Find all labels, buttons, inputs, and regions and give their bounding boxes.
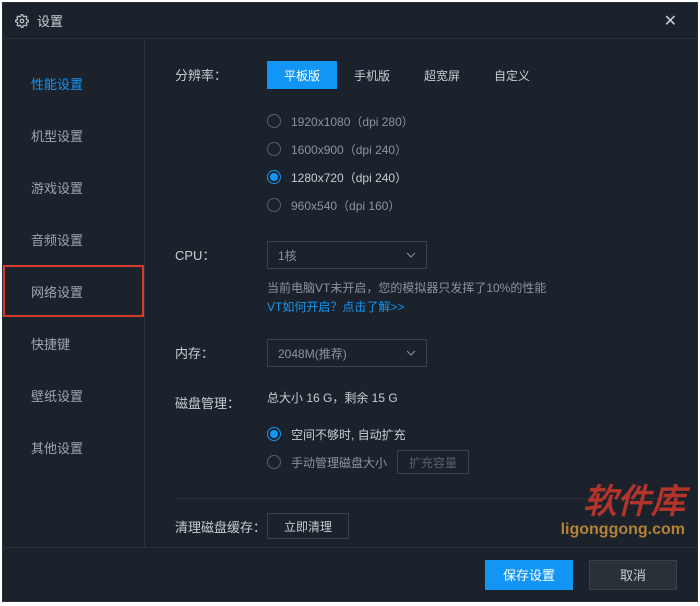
sidebar-item[interactable]: 快捷键 [3,317,144,369]
resolution-option[interactable]: 1920x1080（dpi 280） [267,107,669,135]
radio-label: 手动管理磁盘大小 [291,454,387,471]
resolution-option[interactable]: 960x540（dpi 160） [267,191,669,219]
sidebar-item[interactable]: 其他设置 [3,421,144,473]
chevron-down-icon [406,348,416,358]
sidebar-item[interactable]: 网络设置 [3,265,144,317]
cleanup-label: 清理磁盘缓存： [175,517,267,536]
radio-label: 1600x900（dpi 240） [291,141,407,158]
sidebar-item[interactable]: 游戏设置 [3,161,144,213]
radio-icon [267,427,281,441]
radio-icon [267,198,281,212]
resolution-tab[interactable]: 自定义 [477,61,547,89]
sidebar-item[interactable]: 性能设置 [3,57,144,109]
resolution-tabs: 平板版手机版超宽屏自定义 [267,61,669,89]
window-title: 设置 [37,11,656,30]
cpu-label: CPU： [175,241,267,264]
content-panel: 分辨率： 平板版手机版超宽屏自定义 1920x1080（dpi 280） 1600… [145,39,697,547]
radio-label: 960x540（dpi 160） [291,197,400,214]
resolution-tab[interactable]: 平板版 [267,61,337,89]
memory-value: 2048M(推荐) [278,345,347,362]
gear-icon [15,14,29,28]
memory-select[interactable]: 2048M(推荐) [267,339,427,367]
radio-icon [267,455,281,469]
resolution-option[interactable]: 1600x900（dpi 240） [267,135,669,163]
sidebar-item[interactable]: 音频设置 [3,213,144,265]
resolution-tab[interactable]: 超宽屏 [407,61,477,89]
expand-button: 扩充容量 [397,450,469,474]
resolution-label: 分辨率： [175,61,267,84]
radio-label: 空间不够时, 自动扩充 [291,426,406,443]
cpu-warning: 当前电脑VT未开启，您的模拟器只发挥了10%的性能 [267,281,546,295]
disk-label: 磁盘管理： [175,389,267,412]
cancel-button[interactable]: 取消 [589,560,677,590]
radio-icon [267,170,281,184]
disk-status: 总大小 16 G，剩余 15 G [267,389,669,406]
resolution-tab[interactable]: 手机版 [337,61,407,89]
sidebar: 性能设置机型设置游戏设置音频设置网络设置快捷键壁纸设置其他设置 [3,39,145,547]
radio-label: 1280x720（dpi 240） [291,169,407,186]
cleanup-button[interactable]: 立即清理 [267,513,349,539]
sidebar-item[interactable]: 壁纸设置 [3,369,144,421]
close-icon[interactable]: ✕ [656,7,685,35]
save-button[interactable]: 保存设置 [485,560,573,590]
titlebar: 设置 ✕ [3,3,697,39]
disk-option[interactable]: 空间不够时, 自动扩充 [267,420,669,448]
cpu-value: 1核 [278,247,297,264]
memory-label: 内存： [175,339,267,362]
cpu-select[interactable]: 1核 [267,241,427,269]
radio-icon [267,142,281,156]
resolution-option[interactable]: 1280x720（dpi 240） [267,163,669,191]
settings-window: 设置 ✕ 性能设置机型设置游戏设置音频设置网络设置快捷键壁纸设置其他设置 分辨率… [2,2,698,602]
disk-option[interactable]: 手动管理磁盘大小扩充容量 [267,448,669,476]
resolution-options: 1920x1080（dpi 280） 1600x900（dpi 240） 1280x… [267,107,669,219]
radio-icon [267,114,281,128]
chevron-down-icon [406,250,416,260]
sidebar-item[interactable]: 机型设置 [3,109,144,161]
footer: 保存设置 取消 [3,547,697,601]
vt-help-link[interactable]: VT如何开启？点击了解>> [267,300,404,314]
radio-label: 1920x1080（dpi 280） [291,113,414,130]
